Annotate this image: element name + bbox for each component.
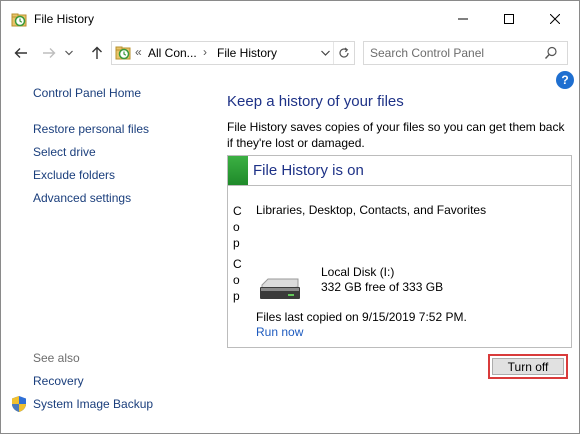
advanced-settings-link[interactable]: Advanced settings: [33, 191, 131, 205]
drive-name: Local Disk (I:): [321, 265, 395, 279]
copy-to-text: Copy files to:: [233, 257, 242, 303]
search-input[interactable]: [370, 45, 540, 61]
close-button[interactable]: [532, 1, 578, 37]
shield-icon: [12, 396, 26, 412]
breadcrumb-all-control-panel[interactable]: All Con...: [148, 46, 197, 60]
refresh-button[interactable]: [333, 42, 354, 64]
hard-drive-icon: [260, 278, 300, 299]
status-header: File History is on: [228, 156, 571, 186]
recovery-link[interactable]: Recovery: [33, 374, 84, 388]
run-now-link[interactable]: Run now: [256, 325, 303, 339]
see-also-heading: See also: [33, 351, 80, 365]
file-history-window: File History « All Con... › File History…: [0, 0, 580, 434]
page-description: File History saves copies of your files …: [227, 120, 565, 150]
window-title: File History: [34, 12, 95, 26]
exclude-folders-link[interactable]: Exclude folders: [33, 168, 115, 182]
copy-from-text: Copy files from:: [233, 204, 242, 250]
address-bar[interactable]: « All Con... › File History: [111, 41, 355, 65]
search-box[interactable]: [363, 41, 568, 65]
search-icon[interactable]: [544, 46, 558, 60]
copy-to-label: Copy files to:: [233, 256, 243, 304]
navigation-bar: « All Con... › File History: [1, 37, 579, 69]
status-title: File History is on: [253, 162, 364, 179]
recent-locations-button[interactable]: [63, 43, 75, 63]
close-icon: [550, 14, 560, 24]
title-bar: File History: [1, 1, 579, 37]
breadcrumb-overflow[interactable]: «: [135, 45, 142, 59]
file-history-icon: [11, 13, 27, 27]
status-panel: File History is on Copy files from: Copy…: [227, 155, 572, 348]
file-history-icon: [115, 46, 131, 60]
breadcrumb-separator[interactable]: ›: [203, 45, 207, 59]
select-drive-link[interactable]: Select drive: [33, 145, 96, 159]
control-panel-home-link[interactable]: Control Panel Home: [33, 86, 141, 100]
forward-button[interactable]: [39, 43, 59, 63]
breadcrumb-file-history[interactable]: File History: [217, 46, 277, 60]
minimize-button[interactable]: [440, 1, 486, 37]
help-button[interactable]: ?: [556, 71, 574, 89]
page-title: Keep a history of your files: [227, 93, 404, 110]
minimize-icon: [458, 18, 468, 20]
status-indicator: [228, 156, 248, 185]
restore-personal-files-link[interactable]: Restore personal files: [33, 122, 149, 136]
address-dropdown-button[interactable]: [318, 44, 332, 62]
back-button[interactable]: [11, 43, 31, 63]
last-copied-text: Files last copied on 9/15/2019 7:52 PM.: [256, 310, 467, 324]
refresh-icon: [339, 47, 349, 58]
backup-sources: Libraries, Desktop, Contacts, and Favori…: [256, 203, 487, 217]
up-button[interactable]: [87, 43, 107, 63]
drive-free-space: 332 GB free of 333 GB: [321, 280, 444, 294]
maximize-button[interactable]: [486, 1, 532, 37]
arrow-right-icon: [43, 48, 56, 58]
turn-off-button[interactable]: Turn off: [492, 358, 564, 375]
arrow-up-icon: [92, 46, 102, 59]
maximize-icon: [504, 14, 514, 24]
turn-off-highlight: Turn off: [488, 354, 568, 379]
chevron-down-icon: [320, 50, 330, 56]
system-image-backup-link[interactable]: System Image Backup: [33, 397, 153, 411]
copy-from-label: Copy files from:: [233, 203, 243, 251]
chevron-down-icon: [65, 50, 73, 56]
arrow-left-icon: [14, 48, 27, 58]
